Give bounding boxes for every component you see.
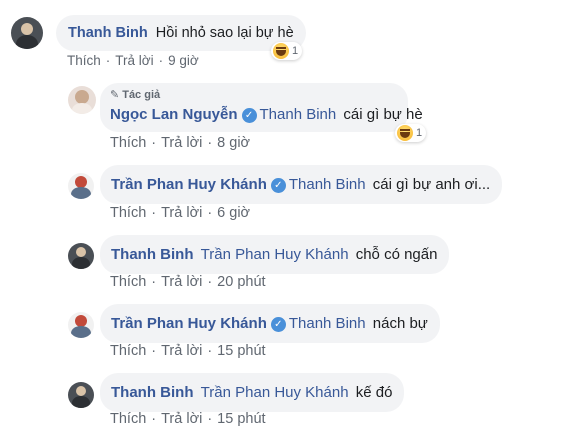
comment-text: chỗ có ngấn <box>355 246 438 263</box>
comment-author[interactable]: Thanh Binh <box>68 25 148 41</box>
comment-time[interactable]: 6 giờ <box>217 205 250 221</box>
mention-tag[interactable]: Thanh Binh <box>260 106 337 123</box>
reaction-count[interactable]: 1 <box>395 124 427 142</box>
avatar-thanh-binh[interactable] <box>68 382 94 408</box>
avatar-thanh-binh[interactable] <box>68 243 94 269</box>
comment-text: cái gì bự anh ơi... <box>372 176 491 193</box>
comment-actions: Thích · Trả lời · 9 giờ <box>67 53 199 68</box>
comment-time[interactable]: 15 phút <box>217 411 265 427</box>
avatar-thanh-binh[interactable] <box>11 17 43 49</box>
comment-time[interactable]: 8 giờ <box>217 135 250 151</box>
comment-bubble: Trần Phan Huy Khánh ✓ Thanh Binh nách bự <box>100 304 440 343</box>
mention-tag[interactable]: Trần Phan Huy Khánh <box>201 384 349 401</box>
like-link[interactable]: Thích <box>110 343 146 359</box>
mention-tag[interactable]: Thanh Binh <box>289 176 366 193</box>
reply-link[interactable]: Trả lời <box>161 274 202 290</box>
comment-bubble: Thanh Binh Trần Phan Huy Khánh chỗ có ng… <box>100 235 450 274</box>
verified-icon: ✓ <box>241 108 257 123</box>
pencil-icon: ✎ <box>110 89 120 101</box>
reply-link[interactable]: Trả lời <box>161 343 202 359</box>
comment-author[interactable]: Trần Phan Huy Khánh <box>111 315 267 332</box>
mention-tag[interactable]: Thanh Binh <box>289 315 366 332</box>
comment-author[interactable]: Ngọc Lan Nguyễn <box>110 106 238 123</box>
like-link[interactable]: Thích <box>110 411 146 427</box>
comment-time[interactable]: 20 phút <box>217 274 265 290</box>
comment-bubble: Trần Phan Huy Khánh ✓ Thanh Binh cái gì bự… <box>100 165 503 204</box>
comment-text: kế đó <box>355 384 393 401</box>
verified-icon: ✓ <box>270 317 286 332</box>
comment-bubble: ✎ Tác giả Ngọc Lan Nguyễn ✓ Thanh Binh cái … <box>100 83 423 132</box>
comment-actions: Thích · Trả lời · 8 giờ <box>110 135 251 151</box>
haha-icon <box>397 125 413 141</box>
comment-time[interactable]: 9 giờ <box>168 53 199 68</box>
like-link[interactable]: Thích <box>110 274 146 290</box>
like-link[interactable]: Thích <box>110 205 146 221</box>
comment-author[interactable]: Thanh Binh <box>111 246 194 263</box>
like-link[interactable]: Thích <box>67 53 101 68</box>
comment-actions: Thích · Trả lời · 15 phút <box>110 343 266 359</box>
author-badge: ✎ Tác giả <box>110 89 161 101</box>
reply-link[interactable]: Trả lời <box>161 135 202 151</box>
avatar-tran-phan[interactable] <box>68 173 94 199</box>
comment-bubble: Thanh Binh Trần Phan Huy Khánh kế đó <box>100 373 405 412</box>
reply-link[interactable]: Trả lời <box>161 411 202 427</box>
comment-actions: Thích · Trả lời · 6 giờ <box>110 205 251 221</box>
comment-bubble: Thanh Binh Hồi nhỏ sao lại bự hè <box>56 15 306 51</box>
avatar-tran-phan[interactable] <box>68 312 94 338</box>
comment-actions: Thích · Trả lời · 20 phút <box>110 274 266 290</box>
haha-icon <box>273 43 289 59</box>
verified-icon: ✓ <box>270 178 286 193</box>
comment-time[interactable]: 15 phút <box>217 343 265 359</box>
comment-text: cái gì bự hè <box>343 106 423 123</box>
comment-author[interactable]: Trần Phan Huy Khánh <box>111 176 267 193</box>
comment-actions: Thích · Trả lời · 15 phút <box>110 411 266 427</box>
reaction-count[interactable]: 1 <box>271 42 303 60</box>
avatar-ngoc-lan[interactable] <box>68 86 96 114</box>
comment-author[interactable]: Thanh Binh <box>111 384 194 401</box>
mention-tag[interactable]: Trần Phan Huy Khánh <box>201 246 349 263</box>
like-link[interactable]: Thích <box>110 135 146 151</box>
comment-text: Hồi nhỏ sao lại bự hè <box>155 25 294 41</box>
comment-text: nách bự <box>372 315 428 332</box>
reply-link[interactable]: Trả lời <box>115 53 153 68</box>
reply-link[interactable]: Trả lời <box>161 205 202 221</box>
